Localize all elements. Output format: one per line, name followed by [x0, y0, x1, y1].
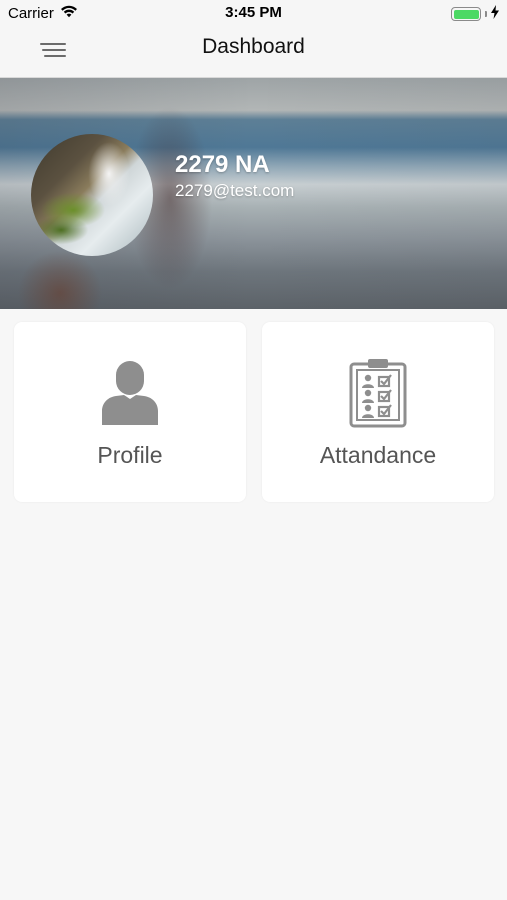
user-email: 2279@test.com	[175, 181, 295, 200]
battery-tip	[485, 11, 487, 17]
user-name: 2279 NA	[175, 151, 270, 178]
profile-banner: 2279 NA 2279@test.com	[0, 78, 507, 309]
attendance-clipboard-icon	[343, 358, 413, 428]
charging-bolt-icon	[491, 5, 499, 23]
profile-card[interactable]: Profile	[14, 322, 246, 502]
attendance-card-label: Attandance	[319, 442, 437, 468]
avatar[interactable]	[31, 134, 153, 256]
attendance-card[interactable]: Attandance	[262, 322, 494, 502]
person-icon	[95, 358, 165, 428]
page-title: Dashboard	[202, 35, 305, 58]
status-right	[451, 5, 499, 23]
nav-bar: Dashboard	[0, 26, 507, 78]
profile-card-label: Profile	[97, 442, 163, 468]
status-bar: Carrier 3:45 PM	[0, 0, 507, 26]
battery-level	[453, 9, 479, 19]
status-time: 3:45 PM	[225, 4, 282, 21]
dashboard-cards: Profile Attandance	[14, 322, 494, 502]
battery-icon	[451, 7, 481, 21]
user-info: 2279 NA 2279@test.com	[175, 150, 294, 202]
